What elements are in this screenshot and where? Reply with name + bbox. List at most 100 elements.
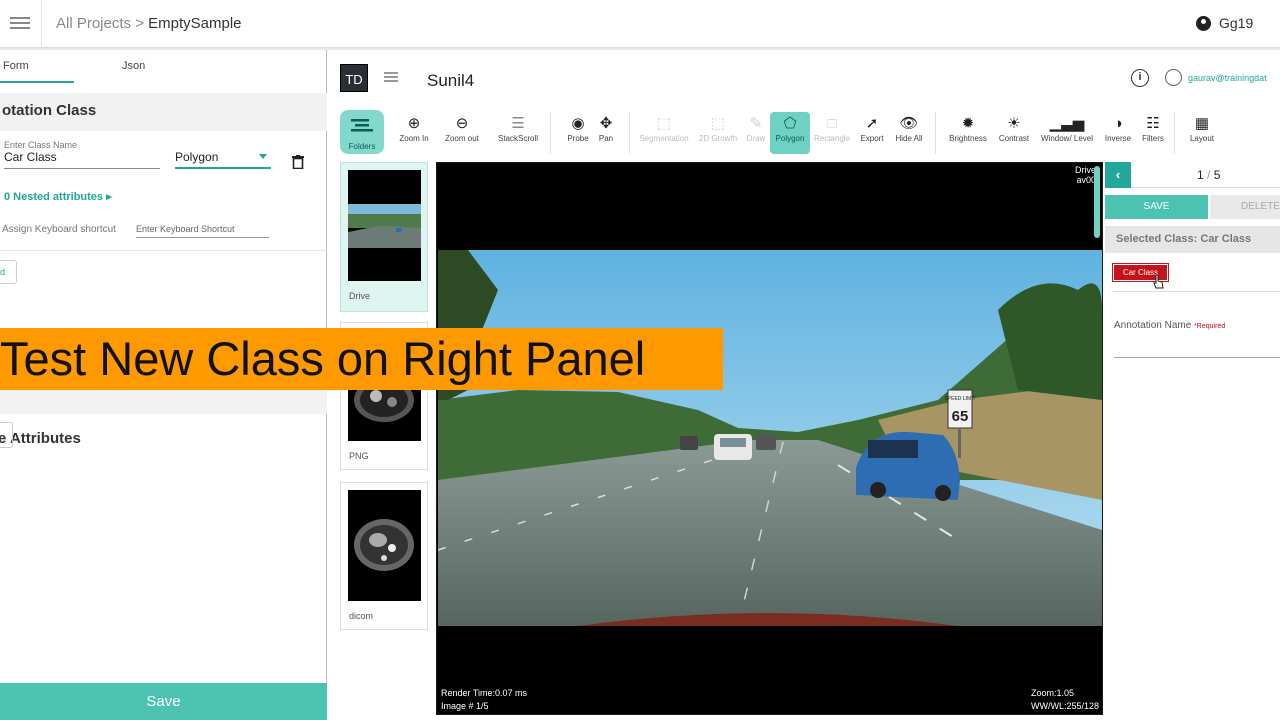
divider [0, 250, 327, 251]
annotation-name-label: Annotation Name *Required [1114, 320, 1225, 331]
class-name-input[interactable]: Car Class [4, 150, 160, 169]
folders-button[interactable]: Folders [340, 110, 384, 154]
info-icon[interactable]: i [1131, 69, 1149, 87]
add-button[interactable]: d [0, 260, 17, 284]
polygon-label: Polygon [775, 134, 805, 143]
annotation-save-button[interactable]: SAVE [1105, 195, 1208, 219]
annotation-delete-button[interactable]: DELETE [1210, 195, 1280, 219]
menu-icon[interactable] [10, 14, 30, 32]
road-image: SPEED LIMIT 65 [438, 250, 1102, 626]
stackscroll-label: StackScroll [497, 134, 538, 143]
filters-label: Filters [1142, 134, 1164, 143]
user-menu[interactable]: Gg19 [1196, 15, 1253, 31]
rectangle-label: Rectangle [813, 134, 851, 143]
section-title: otation Class [0, 93, 327, 131]
export-label: Export [860, 134, 884, 143]
viewport-scrollbar[interactable] [1094, 166, 1100, 238]
segmentation-button[interactable]: ⬚ Segmentation [634, 112, 694, 154]
inverse-button[interactable]: ◑ Inverse [1099, 112, 1137, 154]
chevron-left-icon[interactable]: ‹ [1105, 162, 1131, 188]
stackscroll-button[interactable]: ☰ StackScroll [492, 112, 544, 154]
chevron-down-icon [259, 154, 267, 159]
class-name-label: Enter Class Name [4, 140, 78, 150]
tab-form[interactable]: Form [3, 60, 29, 72]
viewer-menu-icon[interactable] [384, 70, 398, 84]
image-index: Image # 1/5 [441, 701, 489, 711]
cursor-icon [1153, 274, 1164, 289]
required-marker: *Required [1194, 323, 1226, 330]
contrast-button[interactable]: ☀ Contrast [992, 112, 1036, 154]
filters-button[interactable]: ☷ Filters [1135, 112, 1171, 154]
window-level-value: WW/WL:255/128 [1030, 701, 1099, 711]
keyboard-shortcut-label: Assign Keyboard shortcut [2, 224, 116, 235]
image-viewport[interactable]: SPEED LIMIT 65 Drive av00 Render Time:0.… [436, 162, 1103, 715]
window-level-button[interactable]: ▁▃▅ Window/ Level [1037, 112, 1097, 154]
layout-icon: ▦ [1194, 115, 1210, 132]
rectangle-button[interactable]: □ Rectangle [810, 112, 854, 154]
thumbnail-list: Drive PNG dicom [338, 162, 428, 720]
project-name: Sunil4 [427, 71, 475, 90]
annotation-panel: ‹ 1 / 5 SAVE DELETE Selected Class: Car … [1105, 162, 1280, 720]
zoom-out-icon: ⊖ [455, 115, 469, 132]
annotation-name-input[interactable] [1114, 357, 1280, 358]
breadcrumb-root[interactable]: All Projects [56, 15, 131, 32]
active-tab-indicator [0, 81, 74, 83]
folders-icon [351, 119, 373, 132]
segmentation-label: Segmentation [639, 134, 689, 143]
2d-growth-button[interactable]: ⬚ 2D Growth [694, 112, 742, 154]
inverse-icon: ◑ [1113, 115, 1123, 132]
viewer-user[interactable]: gaurav@trainingdat [1165, 69, 1267, 86]
overlay-bottom-right: Zoom:1.05 WW/WL:255/128 [1031, 687, 1099, 713]
td-logo: TD [340, 64, 368, 92]
breadcrumb-current: EmptySample [148, 15, 242, 32]
layout-label: Layout [1189, 134, 1215, 143]
save-button[interactable]: Save [0, 683, 327, 720]
polygon-icon: ⬠ [783, 115, 797, 132]
polygon-button[interactable]: ⬠ Polygon [770, 112, 810, 154]
window-level-label: Window/ Level [1040, 134, 1094, 143]
pan-button[interactable]: ✥ Pan [586, 112, 626, 154]
thumbnail-caption: dicom [349, 611, 374, 621]
growth-icon: ⬚ [710, 115, 726, 132]
export-button[interactable]: ➚ Export [854, 112, 890, 154]
top-bar: All Projects > EmptySample Gg19 [0, 0, 1280, 48]
overlay-filename: av00 [1076, 175, 1096, 185]
zoom-level: Zoom:1.05 [1030, 688, 1074, 698]
brightness-button[interactable]: ✹ Brightness [942, 112, 994, 154]
draw-button[interactable]: ✎ Draw [742, 112, 770, 154]
thumbnail-image [348, 490, 421, 601]
render-time: Render Time:0.07 ms [441, 688, 528, 698]
attribute-input-stub[interactable] [0, 422, 13, 448]
keyboard-shortcut-input[interactable]: Enter Keyboard Shortcut [136, 224, 269, 238]
toolbar-divider [550, 112, 551, 154]
draw-icon: ✎ [749, 115, 763, 132]
hide-all-label: Hide All [895, 134, 923, 143]
thumbnail-dicom[interactable]: dicom [340, 482, 428, 630]
zoom-out-button[interactable]: ⊖ Zoom out [436, 112, 488, 154]
zoom-in-button[interactable]: ⊕ Zoom In [388, 112, 440, 154]
page-current: 1 [1197, 168, 1204, 182]
zoom-in-icon: ⊕ [407, 115, 421, 132]
thumbnail-caption: PNG [349, 451, 369, 461]
annotation-type-select[interactable]: Polygon [175, 150, 271, 169]
breadcrumb: All Projects > EmptySample [56, 15, 242, 32]
overlay-bottom-left: Render Time:0.07 ms Image # 1/5 [441, 687, 527, 713]
page-total: 5 [1213, 168, 1221, 182]
layout-button[interactable]: ▦ Layout [1180, 112, 1224, 154]
thumbnail-drive[interactable]: Drive [340, 162, 428, 312]
pan-icon: ✥ [599, 115, 613, 132]
topbar-divider [41, 0, 42, 48]
nested-attributes-toggle[interactable]: 0 Nested attributes ▸ [4, 190, 112, 203]
stackscroll-icon: ☰ [511, 115, 525, 132]
tab-json[interactable]: Json [122, 60, 145, 72]
user-email: gaurav@trainingdat [1188, 72, 1267, 83]
hide-all-button[interactable]: 👁 Hide All [890, 112, 928, 154]
draw-label: Draw [746, 134, 766, 143]
annotation-name-text: Annotation Name [1114, 320, 1195, 331]
delete-icon[interactable] [292, 155, 304, 169]
inverse-label: Inverse [1104, 134, 1132, 143]
toolbar-divider [935, 112, 936, 154]
overlay-top-right: Drive av00 [1075, 165, 1096, 185]
eye-icon: 👁 [899, 115, 919, 132]
toolbar-divider [1174, 112, 1175, 154]
